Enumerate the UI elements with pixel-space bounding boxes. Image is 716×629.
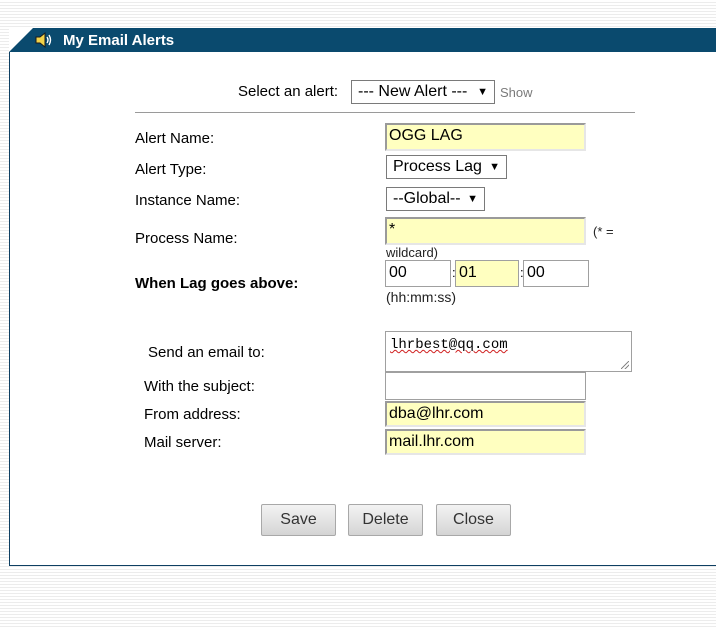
subject-input[interactable] (385, 372, 586, 400)
window-title: My Email Alerts (63, 32, 175, 49)
instance-name-select[interactable]: --Global-- ▼ (386, 187, 485, 211)
alert-type-select[interactable]: Process Lag ▼ (386, 155, 507, 179)
dropdown-arrow-icon: ▼ (467, 193, 478, 205)
process-name-input[interactable]: * (385, 217, 586, 245)
lag-hours-input[interactable]: 00 (385, 260, 451, 287)
wildcard-hint-b: wildcard) (386, 245, 439, 260)
title-bar-corner (9, 28, 33, 52)
alert-select-value: --- New Alert --- (358, 83, 468, 100)
send-to-value: lhrbest@qq.com (390, 337, 508, 353)
send-to-textarea[interactable]: lhrbest@qq.com (385, 331, 632, 372)
send-to-label: Send an email to: (148, 344, 265, 361)
mail-server-input[interactable]: mail.lhr.com (385, 429, 586, 455)
divider (135, 112, 635, 113)
lag-label: When Lag goes above: (135, 275, 299, 292)
from-address-label: From address: (144, 406, 241, 423)
lag-seconds-input[interactable]: 00 (523, 260, 589, 287)
instance-name-value: --Global-- (393, 190, 461, 207)
from-address-input[interactable]: dba@lhr.com (385, 401, 586, 427)
dropdown-arrow-icon: ▼ (489, 161, 500, 173)
speaker-icon (35, 31, 52, 49)
save-button[interactable]: Save (261, 504, 336, 536)
subject-label: With the subject: (144, 378, 255, 395)
wildcard-hint-a: (* = (593, 224, 614, 239)
delete-button[interactable]: Delete (348, 504, 423, 536)
mail-server-label: Mail server: (144, 434, 222, 451)
dialog-panel (9, 51, 716, 566)
alert-name-label: Alert Name: (135, 130, 215, 147)
lag-format-hint: (hh:mm:ss) (386, 289, 456, 305)
close-button[interactable]: Close (436, 504, 511, 536)
show-link[interactable]: Show (500, 85, 533, 100)
alert-name-input[interactable]: OGG LAG (385, 123, 586, 151)
instance-name-label: Instance Name: (135, 192, 241, 209)
alert-type-label: Alert Type: (135, 161, 207, 178)
select-alert-label: Select an alert: (238, 83, 339, 100)
alert-select[interactable]: --- New Alert --- ▼ (351, 80, 495, 104)
dropdown-arrow-icon: ▼ (477, 86, 488, 98)
process-name-label: Process Name: (135, 230, 238, 247)
lag-minutes-input[interactable]: 01 (455, 260, 519, 287)
resize-handle-icon[interactable] (621, 361, 629, 369)
alert-type-value: Process Lag (393, 158, 482, 175)
